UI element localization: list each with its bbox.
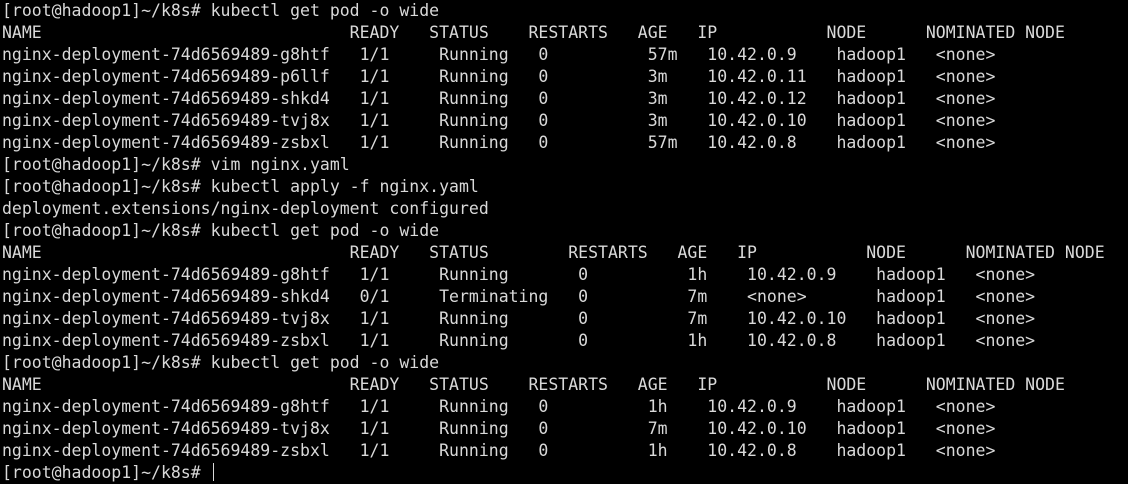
terminal-line: [root@hadoop1]~/k8s# kubectl get pod -o … bbox=[2, 353, 440, 372]
terminal-line: nginx-deployment-74d6569489-zsbxl 1/1 Ru… bbox=[2, 441, 996, 460]
terminal-line: nginx-deployment-74d6569489-shkd4 0/1 Te… bbox=[2, 287, 1036, 306]
terminal-window[interactable]: [root@hadoop1]~/k8s# kubectl get pod -o … bbox=[0, 0, 1128, 484]
terminal-line: nginx-deployment-74d6569489-g8htf 1/1 Ru… bbox=[2, 265, 1036, 284]
terminal-line: nginx-deployment-74d6569489-tvj8x 1/1 Ru… bbox=[2, 309, 1036, 328]
terminal-line: [root@hadoop1]~/k8s# vim nginx.yaml bbox=[2, 155, 350, 174]
terminal-line: NAME READY STATUS RESTARTS AGE IP NODE N… bbox=[2, 375, 1065, 394]
terminal-line: [root@hadoop1]~/k8s# kubectl get pod -o … bbox=[2, 1, 440, 20]
terminal-line: nginx-deployment-74d6569489-tvj8x 1/1 Ru… bbox=[2, 111, 996, 130]
terminal-line: NAME READY STATUS RESTARTS AGE IP NODE N… bbox=[2, 23, 1065, 42]
terminal-line: [root@hadoop1]~/k8s# kubectl get pod -o … bbox=[2, 221, 440, 240]
terminal-line: NAME READY STATUS RESTARTS AGE IP NODE N… bbox=[2, 243, 1105, 262]
terminal-line: nginx-deployment-74d6569489-zsbxl 1/1 Ru… bbox=[2, 133, 996, 152]
terminal-line: nginx-deployment-74d6569489-tvj8x 1/1 Ru… bbox=[2, 419, 996, 438]
text-cursor bbox=[212, 463, 214, 481]
terminal-line: [root@hadoop1]~/k8s# kubectl apply -f ng… bbox=[2, 177, 479, 196]
command-prompt: [root@hadoop1]~/k8s# bbox=[2, 463, 211, 482]
terminal-line: nginx-deployment-74d6569489-shkd4 1/1 Ru… bbox=[2, 89, 996, 108]
terminal-line: deployment.extensions/nginx-deployment c… bbox=[2, 199, 489, 218]
terminal-line: nginx-deployment-74d6569489-g8htf 1/1 Ru… bbox=[2, 397, 996, 416]
command-prompt-line[interactable]: [root@hadoop1]~/k8s# bbox=[0, 462, 1128, 484]
terminal-line: nginx-deployment-74d6569489-zsbxl 1/1 Ru… bbox=[2, 331, 1036, 350]
terminal-line: nginx-deployment-74d6569489-g8htf 1/1 Ru… bbox=[2, 45, 996, 64]
terminal-line: nginx-deployment-74d6569489-p6llf 1/1 Ru… bbox=[2, 67, 996, 86]
